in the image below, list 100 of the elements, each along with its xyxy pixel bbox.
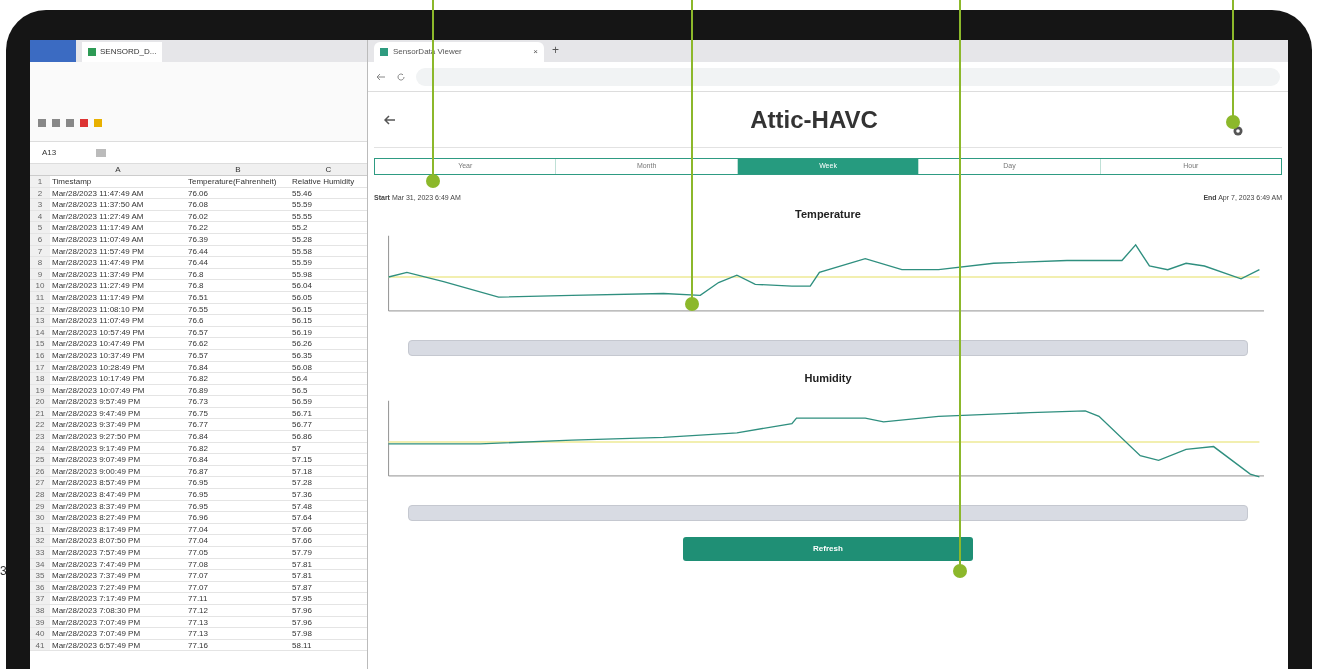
table-cell-text: 55.2: [291, 222, 309, 233]
table-cell-text: 76.44: [187, 245, 210, 257]
row-number: 36: [30, 581, 50, 593]
column-header[interactable]: C: [290, 164, 367, 175]
row-number: 13: [30, 315, 50, 326]
row-number: 30: [30, 512, 50, 523]
table-cell-text: 55.46: [291, 187, 314, 199]
row-number: 10: [30, 280, 50, 291]
table-cell-text: Mar/28/2023 11:47:49 PM: [51, 257, 145, 268]
table-cell-text: 57.36: [291, 489, 314, 500]
table-cell-text: 57.95: [291, 593, 314, 604]
back-arrow-icon[interactable]: [384, 113, 396, 126]
table-cell-text: Mar/28/2023 8:37:49 PM: [51, 500, 142, 512]
column-header[interactable]: B: [186, 164, 290, 175]
row-number: 15: [30, 338, 50, 349]
table-cell-text: 56.15: [291, 315, 314, 326]
table-cell-text: 56.77: [291, 419, 314, 431]
table-cell-text: 55.59: [291, 257, 314, 268]
table-cell-text: 57.98: [291, 628, 314, 639]
table-cell-text: Mar/28/2023 9:07:49 PM: [51, 454, 142, 465]
table-cell-text: 76.55: [187, 303, 210, 315]
sidebar-strip: [30, 40, 76, 62]
table-cell-text: 57.96: [291, 604, 314, 616]
table-cell-text: 76.89: [187, 384, 210, 396]
table-cell-text: 76.82: [187, 373, 210, 384]
row-number: 41: [30, 639, 50, 651]
table-cell-text: Mar/28/2023 10:57:49 PM: [51, 326, 146, 338]
table-cell-text: 56.05: [291, 291, 314, 303]
table-cell-text: Mar/28/2023 11:08:10 PM: [51, 303, 145, 315]
table-cell-text: 76.75: [187, 407, 210, 419]
table-cell-text: 76.95: [187, 489, 210, 500]
table-cell-text: 57.18: [291, 465, 314, 477]
table-cell-text: 76.44: [187, 257, 210, 268]
table-cell-text: 76.62: [187, 338, 210, 349]
table-cell-text: Mar/28/2023 7:07:49 PM: [51, 628, 142, 639]
table-cell-text: 76.84: [187, 431, 210, 442]
close-tab-button[interactable]: ×: [533, 46, 538, 58]
reload-icon[interactable]: [396, 71, 406, 82]
table-cell-text: 76.84: [187, 361, 210, 373]
row-number: 14: [30, 326, 50, 338]
table-cell-text: 76.39: [187, 233, 210, 245]
table-cell-text: 76.96: [187, 512, 210, 523]
table-cell-text: Mar/28/2023 7:27:49 PM: [51, 581, 142, 593]
name-box[interactable]: A13: [42, 146, 57, 159]
row-number: 12: [30, 303, 50, 315]
table-cell-text: Mar/28/2023 7:17:49 PM: [51, 593, 142, 604]
chart-title: Humidity: [804, 371, 852, 386]
table-cell-text: 77.12: [187, 604, 210, 616]
table-cell-text: 76.6: [187, 315, 205, 326]
table-cell-text: Mar/28/2023 10:28:49 PM: [51, 361, 146, 373]
row-number: 39: [30, 616, 50, 628]
new-tab-button[interactable]: +: [552, 41, 559, 62]
table-cell-text: 77.11: [187, 593, 209, 604]
table-cell-text: Mar/28/2023 10:07:49 PM: [51, 384, 146, 396]
table-cell-text: 57.96: [291, 616, 314, 628]
table-cell-text: Mar/28/2023 11:47:49 AM: [51, 187, 145, 199]
row-number: 18: [30, 373, 50, 384]
table-cell-text: Mar/28/2023 8:27:49 PM: [51, 512, 142, 523]
range-scrollbar[interactable]: [408, 340, 1248, 356]
table-cell-text: Mar/28/2023 9:17:49 PM: [51, 442, 142, 454]
refresh-button[interactable]: Refresh: [683, 536, 973, 561]
table-cell-text: Mar/28/2023 7:37:49 PM: [51, 570, 142, 581]
table-cell-text: Temperature(Fahrenheit): [187, 176, 278, 187]
table-cell-text: 77.13: [187, 616, 210, 628]
table-cell-text: Mar/28/2023 11:37:49 PM: [51, 268, 145, 280]
table-cell-text: 76.8: [187, 280, 205, 291]
table-cell-text: 56.71: [291, 407, 314, 419]
table-cell-text: 57.48: [291, 500, 314, 512]
row-number: 7: [30, 245, 50, 257]
row-number: 40: [30, 628, 50, 639]
table-cell-text: 57.81: [291, 570, 314, 581]
table-cell-text: 56.86: [291, 431, 314, 442]
table-cell-text: 57.15: [291, 454, 314, 465]
back-icon[interactable]: [376, 71, 386, 82]
table-cell-text: 77.04: [187, 523, 210, 535]
table-cell-text: 76.84: [187, 454, 210, 465]
table-cell-text: 77.07: [187, 570, 210, 581]
table-cell-text: 56.08: [291, 361, 314, 373]
table-cell-text: Mar/28/2023 7:57:49 PM: [51, 547, 142, 558]
column-header[interactable]: A: [50, 164, 186, 175]
address-bar[interactable]: [416, 67, 1280, 86]
table-cell-text: Mar/28/2023 11:07:49 PM: [51, 315, 145, 326]
row-number: 29: [30, 500, 50, 512]
row-number: 27: [30, 477, 50, 489]
table-cell-text: 57.87: [291, 581, 314, 593]
table-cell-text: Mar/28/2023 9:00:49 PM: [51, 465, 142, 477]
table-cell-text: 57.28: [291, 477, 314, 489]
table-cell-text: 56.26: [291, 338, 314, 349]
table-cell-text: 76.95: [187, 477, 210, 489]
chart-title: Temperature: [795, 206, 861, 222]
table-cell-text: Mar/28/2023 11:17:49 PM: [51, 291, 145, 303]
table-cell-text: 56.35: [291, 349, 314, 361]
file-tab[interactable]: SENSORD_D...: [82, 42, 163, 62]
row-number: 19: [30, 384, 50, 396]
table-cell-text: 55.28: [291, 233, 314, 245]
range-scrollbar[interactable]: [408, 504, 1248, 521]
row-number: 1: [30, 176, 50, 187]
row-number: 26: [30, 465, 50, 477]
table-cell-text: 76.77: [187, 419, 210, 431]
table-cell-text: 77.07: [187, 581, 210, 593]
